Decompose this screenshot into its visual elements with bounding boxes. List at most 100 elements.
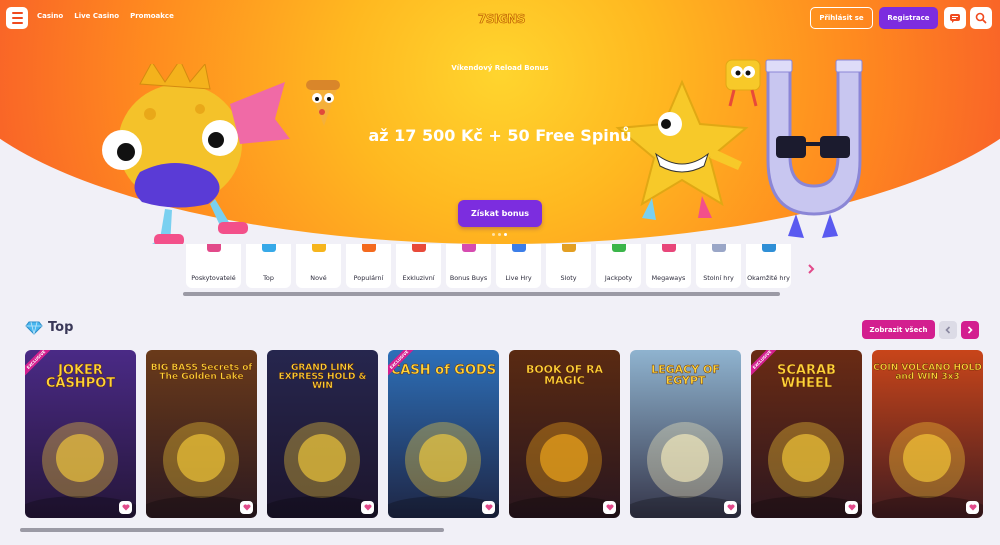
menu-icon[interactable] (6, 7, 28, 29)
providers-icon (206, 244, 221, 252)
category-4[interactable]: Exkluzivní (396, 244, 441, 288)
cards-icon (711, 244, 726, 252)
game-title: CASH of GODS (390, 363, 497, 378)
category-8[interactable]: Jackpoty (596, 244, 641, 288)
heart-icon (243, 504, 250, 511)
category-label: Megaways (651, 274, 686, 282)
megaways-icon (661, 244, 676, 252)
carousel-prev-button[interactable] (939, 321, 957, 339)
category-2[interactable]: Nové (296, 244, 341, 288)
heart-icon (969, 504, 976, 511)
favorite-button[interactable] (119, 501, 132, 514)
category-label: Live Hry (505, 274, 532, 282)
bonus-gift-icon (461, 244, 476, 252)
search-button[interactable] (970, 7, 992, 29)
horseshoe-character (765, 59, 863, 238)
diamond-icon (261, 244, 276, 252)
view-all-button[interactable]: Zobrazit všech (862, 320, 935, 339)
game-title: COIN VOLCANO HOLD and WIN 3x3 (873, 363, 982, 382)
live-icon (511, 244, 526, 252)
game-title: GRAND LINK EXPRESS HOLD & WIN (278, 363, 367, 391)
categories-next-icon[interactable] (807, 264, 815, 274)
category-label: Exkluzivní (402, 274, 435, 282)
game-tile[interactable]: CASH of GODS EXCLUSIVE (388, 350, 499, 518)
category-label: Sloty (560, 274, 577, 282)
section-title: Top (48, 320, 74, 335)
heart-icon (606, 504, 613, 511)
chat-icon (950, 13, 960, 23)
favorite-button[interactable] (845, 501, 858, 514)
favorite-button[interactable] (966, 501, 979, 514)
category-label: Populární (353, 274, 384, 282)
category-label: Jackpoty (604, 274, 633, 282)
pizza-character (306, 80, 340, 126)
favorite-button[interactable] (361, 501, 374, 514)
search-icon (975, 12, 987, 24)
game-tile[interactable]: BIG BASS Secrets of The Golden Lake (146, 350, 257, 518)
category-bar: Poskytovatelé Top Nové Populární Exkluzivní B… (186, 244, 806, 290)
game-title: BIG BASS Secrets of The Golden Lake (150, 363, 253, 382)
favorite-button[interactable] (724, 501, 737, 514)
claim-bonus-button[interactable]: Získat bonus (458, 200, 542, 227)
carousel-next-button[interactable] (961, 321, 979, 339)
nav-casino[interactable]: Casino (37, 12, 63, 20)
heart-icon (122, 504, 129, 511)
diamond-icon (25, 321, 43, 335)
game-tile[interactable]: COIN VOLCANO HOLD and WIN 3x3 (872, 350, 983, 518)
games-scrollbar[interactable] (20, 528, 444, 532)
category-7[interactable]: Sloty (546, 244, 591, 288)
fish-character (102, 64, 290, 244)
favorite-button[interactable] (603, 501, 616, 514)
categories-scrollbar[interactable] (183, 292, 780, 296)
category-label: Okamžité hry (747, 274, 790, 282)
category-0[interactable]: Poskytovatelé (186, 244, 241, 288)
slider-dots[interactable] (492, 233, 507, 236)
favorite-button[interactable] (482, 501, 495, 514)
games-carousel: JOKER CASHPOT EXCLUSIVE BIG BASS Secrets o… (25, 350, 983, 518)
category-label: Nové (310, 274, 327, 282)
main-nav: Casino Live Casino Promoakce (37, 12, 174, 20)
top-section-header: Top (25, 320, 73, 335)
game-tile[interactable]: JOKER CASHPOT EXCLUSIVE (25, 350, 136, 518)
game-title: BOOK OF RA MAGIC (525, 363, 604, 387)
slots-icon (561, 244, 576, 252)
category-11[interactable]: Okamžité hry (746, 244, 791, 288)
heart-icon (364, 504, 371, 511)
game-title: JOKER CASHPOT (45, 363, 116, 391)
nav-live-casino[interactable]: Live Casino (74, 12, 119, 20)
slider-dot[interactable] (498, 233, 501, 236)
chevron-left-icon (945, 326, 951, 334)
nav-promotions[interactable]: Promoakce (130, 12, 174, 20)
fire-icon (361, 244, 376, 252)
favorite-button[interactable] (240, 501, 253, 514)
category-9[interactable]: Megaways (646, 244, 691, 288)
new-icon (311, 244, 326, 252)
heart-icon (727, 504, 734, 511)
slider-dot-active[interactable] (504, 233, 507, 236)
slider-dot[interactable] (492, 233, 495, 236)
game-tile[interactable]: GRAND LINK EXPRESS HOLD & WIN (267, 350, 378, 518)
category-3[interactable]: Populární (346, 244, 391, 288)
game-tile[interactable]: SCARAB WHEEL EXCLUSIVE (751, 350, 862, 518)
game-title: LEGACY OF EGYPT (651, 363, 720, 387)
category-10[interactable]: Stolní hry (696, 244, 741, 288)
category-6[interactable]: Live Hry (496, 244, 541, 288)
game-tile[interactable]: BOOK OF RA MAGIC (509, 350, 620, 518)
clover-icon (611, 244, 626, 252)
chevron-right-icon (967, 326, 973, 334)
register-button[interactable]: Registrace (879, 7, 938, 29)
heart-icon (485, 504, 492, 511)
site-logo[interactable]: 7SIGNS (478, 8, 526, 30)
login-button[interactable]: Přihlásit se (810, 7, 873, 29)
category-label: Top (263, 274, 274, 282)
game-tile[interactable]: LEGACY OF EGYPT (630, 350, 741, 518)
category-label: Stolní hry (703, 274, 734, 282)
heart-icon (848, 504, 855, 511)
category-1[interactable]: Top (246, 244, 291, 288)
logo-text: 7SIGNS (478, 12, 526, 27)
category-5[interactable]: Bonus Buys (446, 244, 491, 288)
game-title: SCARAB WHEEL (777, 363, 836, 391)
category-label: Poskytovatelé (191, 274, 236, 282)
top-header: Casino Live Casino Promoakce 7SIGNS Přih… (0, 0, 1000, 36)
chat-button[interactable] (944, 7, 966, 29)
